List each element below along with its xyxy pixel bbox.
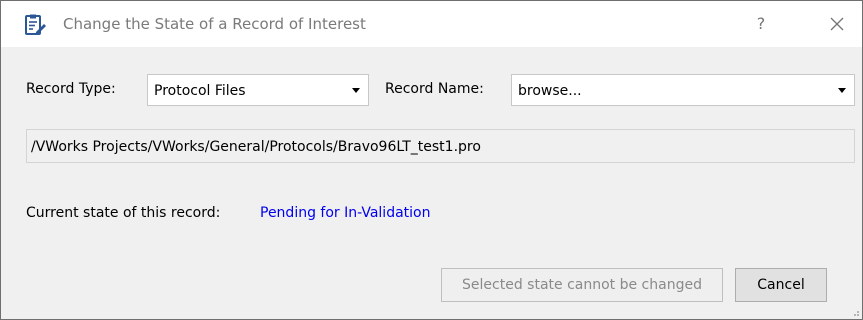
help-button[interactable]: ? [743,9,779,39]
help-icon: ? [756,14,766,33]
record-path-value: /VWorks Projects/VWorks/General/Protocol… [31,139,481,155]
current-state-label: Current state of this record: [26,205,221,221]
record-path-field: /VWorks Projects/VWorks/General/Protocol… [26,129,855,163]
record-type-value: Protocol Files [154,83,246,99]
resize-grip-icon[interactable] [850,307,860,317]
dialog-title: Change the State of a Record of Interest [63,15,366,33]
clipboard-edit-icon [23,13,47,37]
change-state-button[interactable]: Selected state cannot be changed [441,268,723,302]
record-name-select[interactable]: browse... [511,74,855,106]
record-name-label: Record Name: [385,81,484,97]
record-name-value: browse... [518,83,582,99]
close-icon [830,17,844,31]
change-state-dialog: Change the State of a Record of Interest… [0,0,863,320]
chevron-down-icon [838,88,846,93]
close-button[interactable] [819,9,855,39]
title-bar: Change the State of a Record of Interest… [1,1,862,47]
current-state-value: Pending for In-Validation [260,205,431,221]
record-type-label: Record Type: [26,81,116,97]
chevron-down-icon [352,88,360,93]
record-type-select[interactable]: Protocol Files [147,74,369,106]
cancel-button[interactable]: Cancel [735,268,827,302]
